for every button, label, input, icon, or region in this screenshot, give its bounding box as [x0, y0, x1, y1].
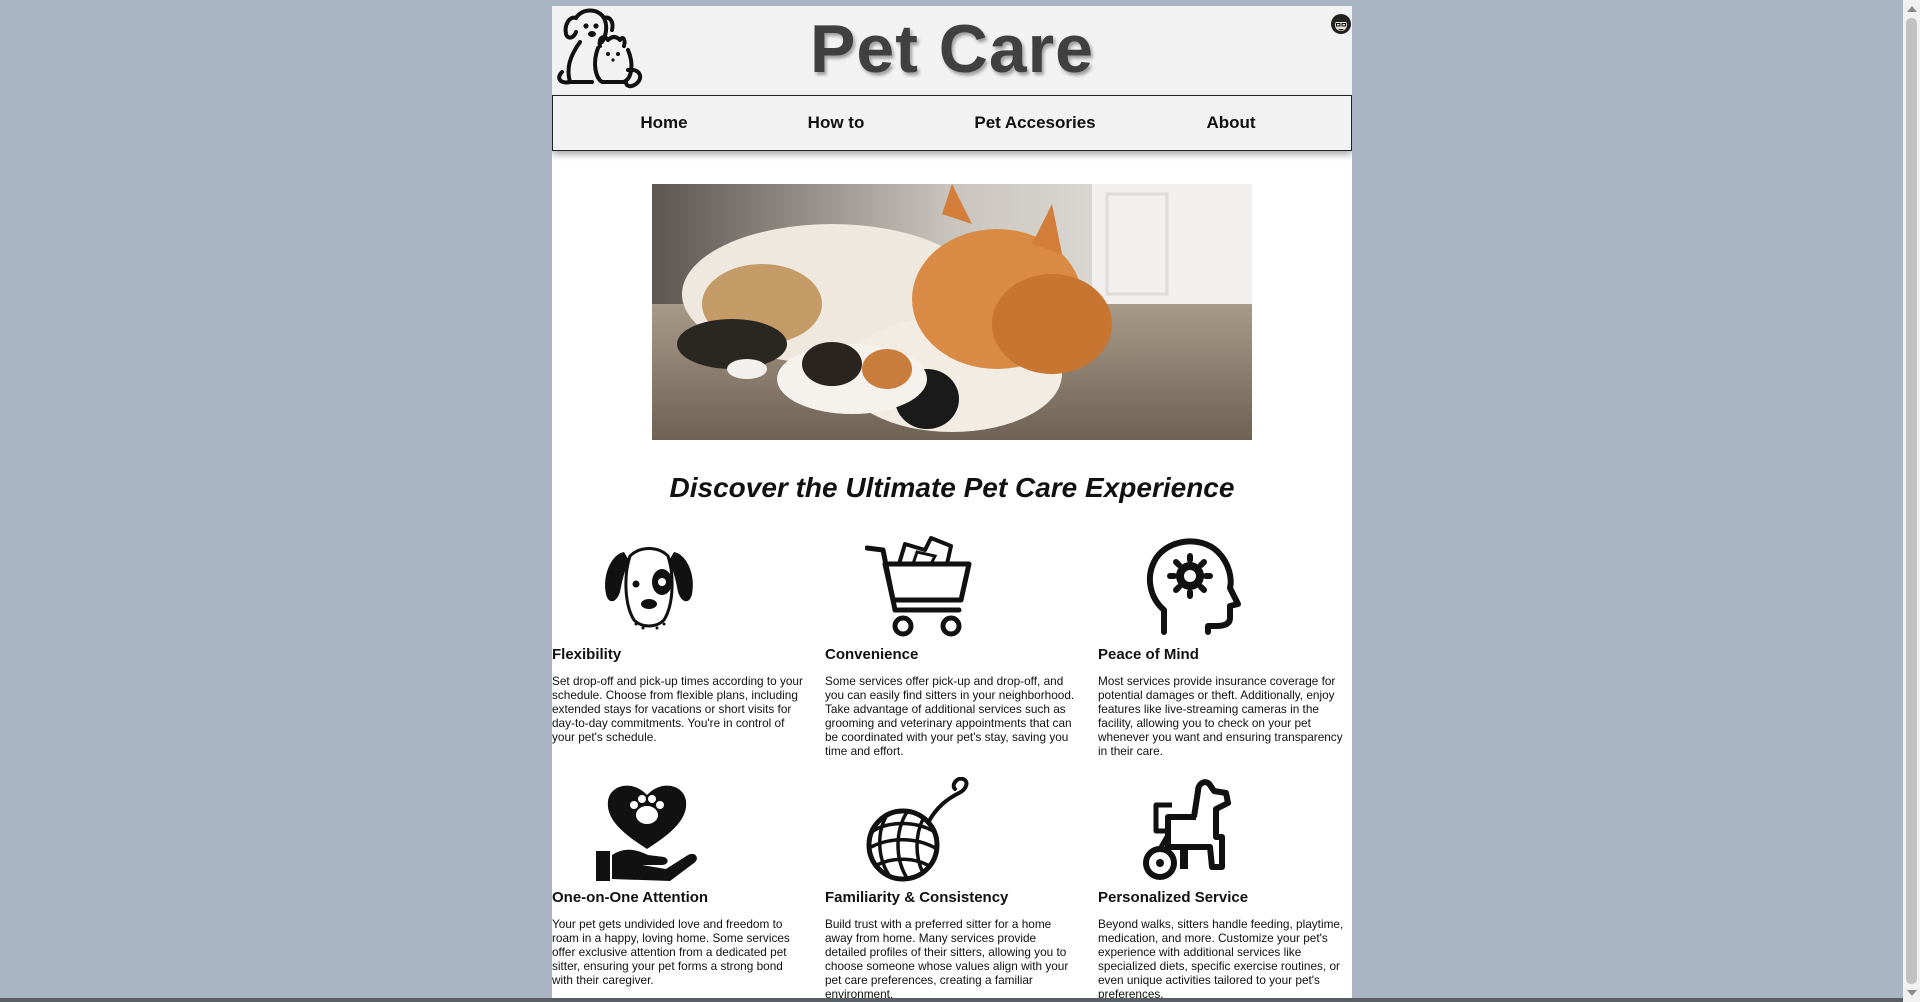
page: Pet Care Home How to Pet Accesories Abou…	[552, 6, 1352, 1002]
scroll-up-arrow-icon[interactable]	[1907, 6, 1917, 12]
window-bottom-edge	[0, 998, 1903, 1002]
site-header: Pet Care	[552, 6, 1352, 96]
pets-sleeping-photo	[652, 184, 1252, 440]
site-title: Pet Care	[810, 11, 1094, 87]
feature-title: Peace of Mind	[1098, 646, 1199, 663]
feature-title: Familiarity & Consistency	[825, 889, 1009, 906]
feature-description: Beyond walks, sitters handle feeding, pl…	[1098, 917, 1344, 1001]
feature-title: Convenience	[825, 646, 919, 663]
scrollbar-thumb[interactable]	[1906, 18, 1917, 984]
vertical-scrollbar[interactable]	[1903, 0, 1920, 1002]
feature-description: Build trust with a preferred sitter for …	[825, 917, 1069, 1001]
feature-description: Most services provide insurance coverage…	[1098, 674, 1343, 758]
hero-image	[652, 184, 1252, 440]
scroll-down-arrow-icon[interactable]	[1907, 990, 1917, 996]
nav-item-how-to[interactable]: How to	[781, 96, 891, 150]
head-gear-icon	[1146, 538, 1241, 635]
dog-face-icon	[605, 547, 693, 630]
feature-description: Some services offer pick-up and drop-off…	[825, 674, 1075, 758]
main-navigation: Home How to Pet Accesories About	[552, 95, 1352, 151]
feature-title: Personalized Service	[1098, 889, 1249, 906]
user-avatar-icon[interactable]	[1330, 13, 1352, 35]
heart-hand-icon	[596, 785, 697, 881]
nav-item-pet-accesories[interactable]: Pet Accesories	[955, 96, 1115, 150]
yarn-ball-icon	[866, 777, 969, 882]
shopping-cart-icon	[865, 536, 972, 637]
feature-title: Flexibility	[552, 646, 622, 663]
nav-item-about[interactable]: About	[1176, 96, 1286, 150]
dog-wheelchair-icon	[1143, 779, 1231, 880]
feature-description: Your pet gets undivided love and freedom…	[552, 917, 790, 987]
feature-title: One-on-One Attention	[552, 889, 709, 906]
page-headline: Discover the Ultimate Pet Care Experienc…	[669, 472, 1235, 503]
nav-item-home[interactable]: Home	[608, 96, 720, 150]
feature-description: Set drop-off and pick-up times according…	[552, 674, 803, 744]
